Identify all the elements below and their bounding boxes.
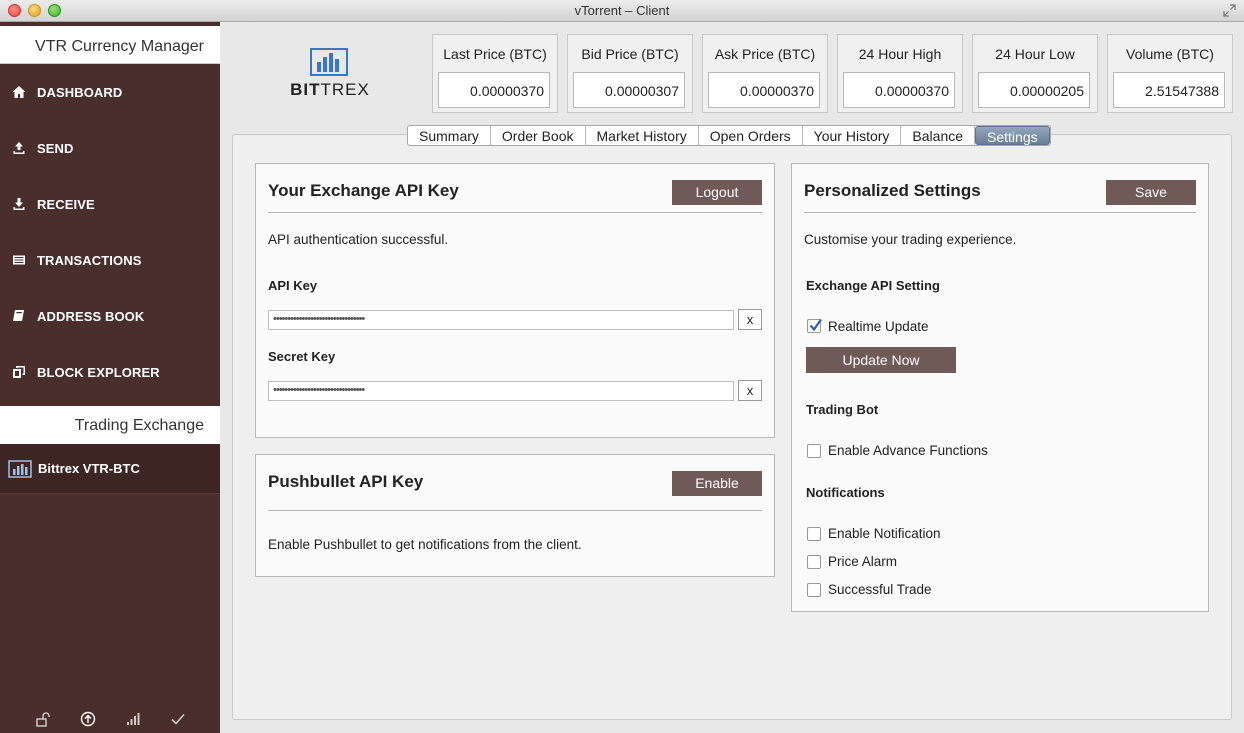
- bittrex-wordmark: BITTREX: [290, 80, 370, 99]
- stat-label: Ask Price (BTC): [714, 46, 816, 62]
- enable-notification-label[interactable]: Enable Notification: [828, 526, 941, 541]
- sidebar-item-dashboard[interactable]: DASHBOARD: [0, 64, 220, 120]
- stat-value: 0.00000370: [843, 72, 955, 108]
- sidebar-item-label: TRANSACTIONS: [37, 252, 142, 268]
- fullscreen-icon[interactable]: [1223, 4, 1236, 17]
- sidebar-header: VTR Currency Manager: [0, 26, 220, 64]
- save-button[interactable]: Save: [1106, 180, 1196, 205]
- title-bar: vTorrent – Client: [0, 0, 1244, 22]
- pushbullet-box: Pushbullet API Key Enable Enable Pushbul…: [255, 454, 775, 577]
- api-status-text: API authentication successful.: [268, 232, 449, 247]
- download-icon: [12, 197, 26, 211]
- sidebar-item-block-explorer[interactable]: BLOCK EXPLORER: [0, 344, 220, 400]
- tab-summary[interactable]: Summary: [408, 126, 491, 145]
- enable-advance-functions-label[interactable]: Enable Advance Functions: [828, 443, 988, 458]
- tab-market-history[interactable]: Market History: [586, 126, 699, 145]
- stat-value: 0.00000370: [438, 72, 550, 108]
- bar-chart-icon: [8, 459, 32, 478]
- sidebar-section-header: Trading Exchange: [0, 406, 220, 444]
- exchange-api-setting-heading: Exchange API Setting: [806, 278, 940, 293]
- api-key-box: Your Exchange API Key Logout API authent…: [255, 163, 775, 438]
- sidebar-footer: [0, 705, 220, 733]
- price-alarm-checkbox[interactable]: [807, 555, 821, 569]
- stat-label: 24 Hour High: [858, 46, 942, 62]
- trading-bot-heading: Trading Bot: [806, 402, 879, 417]
- stat-value: 2.51547388: [1113, 72, 1225, 108]
- sidebar-item-label: Bittrex VTR-BTC: [38, 461, 140, 476]
- stat-last-price: Last Price (BTC) 0.00000370: [432, 34, 558, 113]
- stat-value: 0.00000370: [708, 72, 820, 108]
- signal-icon[interactable]: [125, 711, 141, 727]
- price-alarm-label[interactable]: Price Alarm: [828, 554, 897, 569]
- explorer-icon: [12, 365, 26, 379]
- secret-key-field[interactable]: ••••••••••••••••••••••••••••••••: [268, 381, 734, 401]
- sidebar-item-address-book[interactable]: ADDRESS BOOK: [0, 288, 220, 344]
- home-icon: [12, 85, 26, 99]
- stat-label: 24 Hour Low: [995, 46, 1075, 62]
- settings-box: Personalized Settings Save Customise you…: [791, 163, 1209, 612]
- settings-title: Personalized Settings: [804, 181, 981, 200]
- stat-value: 0.00000205: [978, 72, 1090, 108]
- tab-your-history[interactable]: Your History: [803, 126, 902, 145]
- stat-label: Volume (BTC): [1126, 46, 1214, 62]
- sidebar-item-label: ADDRESS BOOK: [37, 308, 145, 324]
- upload-icon: [12, 141, 26, 155]
- stat-volume: Volume (BTC) 2.51547388: [1107, 34, 1233, 113]
- stat-label: Last Price (BTC): [443, 46, 547, 62]
- api-key-label: API Key: [268, 278, 318, 293]
- successful-trade-label[interactable]: Successful Trade: [828, 582, 932, 597]
- api-key-field[interactable]: ••••••••••••••••••••••••••••••••: [268, 310, 734, 330]
- pushbullet-description: Enable Pushbullet to get notifications f…: [268, 537, 582, 552]
- sidebar-item-label: DASHBOARD: [37, 84, 123, 100]
- settings-description: Customise your trading experience.: [804, 232, 1017, 247]
- successful-trade-checkbox[interactable]: [807, 583, 821, 597]
- stat-label: Bid Price (BTC): [581, 46, 679, 62]
- clear-api-key-button[interactable]: x: [738, 309, 762, 330]
- sidebar-item-send[interactable]: SEND: [0, 120, 220, 176]
- enable-notification-checkbox[interactable]: [807, 527, 821, 541]
- tab-open-orders[interactable]: Open Orders: [699, 126, 803, 145]
- sidebar-item-label: SEND: [37, 140, 74, 156]
- stat-bid-price: Bid Price (BTC) 0.00000307: [567, 34, 693, 113]
- unlock-icon[interactable]: [35, 711, 51, 727]
- checkmark-icon: [809, 318, 822, 332]
- book-icon: [12, 309, 26, 323]
- stat-24h-low: 24 Hour Low 0.00000205: [972, 34, 1098, 113]
- realtime-update-checkbox[interactable]: [807, 318, 822, 333]
- check-icon[interactable]: [170, 711, 186, 727]
- realtime-update-label[interactable]: Realtime Update: [828, 319, 929, 334]
- stat-value: 0.00000307: [573, 72, 685, 108]
- tab-settings[interactable]: Settings: [975, 126, 1050, 145]
- sidebar: VTR Currency Manager DASHBOARD SEND RECE…: [0, 22, 220, 733]
- enable-pushbullet-button[interactable]: Enable: [672, 471, 762, 496]
- bittrex-logo-icon: [310, 48, 348, 76]
- arrow-up-circle-icon[interactable]: [80, 711, 96, 727]
- update-now-button[interactable]: Update Now: [806, 347, 956, 373]
- tab-order-book[interactable]: Order Book: [491, 126, 586, 145]
- tab-bar: Summary Order Book Market History Open O…: [407, 125, 1051, 146]
- sidebar-item-label: RECEIVE: [37, 196, 95, 212]
- sidebar-item-transactions[interactable]: TRANSACTIONS: [0, 232, 220, 288]
- enable-advance-functions-checkbox[interactable]: [807, 444, 821, 458]
- clear-secret-key-button[interactable]: x: [738, 380, 762, 401]
- tab-balance[interactable]: Balance: [901, 126, 976, 145]
- sidebar-item-receive[interactable]: RECEIVE: [0, 176, 220, 232]
- bittrex-logo: BITTREX: [290, 48, 370, 102]
- api-key-title: Your Exchange API Key: [268, 181, 459, 200]
- stat-24h-high: 24 Hour High 0.00000370: [837, 34, 963, 113]
- logout-button[interactable]: Logout: [672, 180, 762, 205]
- list-icon: [12, 253, 26, 267]
- stat-ask-price: Ask Price (BTC) 0.00000370: [702, 34, 828, 113]
- secret-key-label: Secret Key: [268, 349, 336, 364]
- notifications-heading: Notifications: [806, 485, 885, 500]
- sidebar-item-bittrex[interactable]: Bittrex VTR-BTC: [0, 444, 220, 494]
- window-title: vTorrent – Client: [574, 3, 670, 18]
- pushbullet-title: Pushbullet API Key: [268, 472, 424, 491]
- sidebar-item-label: BLOCK EXPLORER: [37, 364, 160, 380]
